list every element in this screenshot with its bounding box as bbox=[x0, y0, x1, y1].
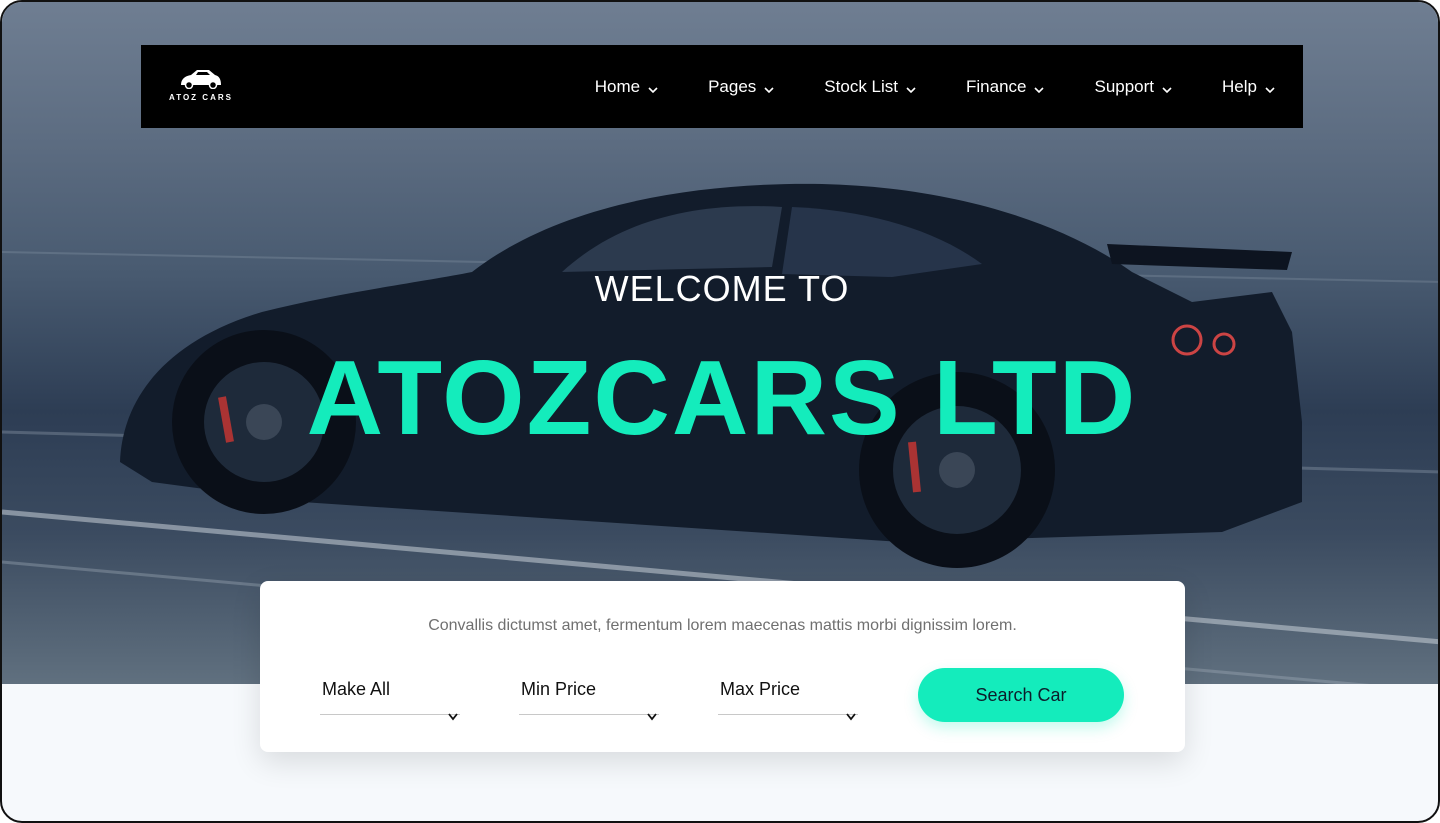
hero-welcome-text: WELCOME TO bbox=[594, 268, 850, 309]
make-select-label: Make All bbox=[322, 679, 391, 699]
page-frame: ATOZ CARS Home Pages Stock List Finance bbox=[0, 0, 1440, 823]
nav-label-pages: Pages bbox=[708, 76, 757, 96]
chevron-down-icon bbox=[846, 713, 856, 721]
min-price-select[interactable]: Min Price bbox=[519, 679, 659, 721]
chevron-down-icon bbox=[764, 86, 774, 93]
search-card: Convallis dictumst amet, fermentum lorem… bbox=[260, 581, 1185, 752]
main-nav: Home Pages Stock List Finance Support He… bbox=[595, 45, 1303, 128]
nav-item-stock-list[interactable]: Stock List bbox=[824, 77, 916, 97]
site-logo[interactable]: ATOZ CARS bbox=[169, 67, 233, 107]
search-car-button[interactable]: Search Car bbox=[918, 668, 1124, 722]
make-select[interactable]: Make All bbox=[320, 679, 460, 721]
nav-label-home: Home bbox=[594, 76, 641, 96]
nav-label-support: Support bbox=[1094, 76, 1155, 96]
search-description: Convallis dictumst amet, fermentum lorem… bbox=[428, 617, 1017, 634]
hero-title: ATOZCARS LTD bbox=[306, 339, 1138, 457]
chevron-down-icon bbox=[648, 86, 658, 93]
nav-item-help[interactable]: Help bbox=[1222, 77, 1275, 97]
max-price-select[interactable]: Max Price bbox=[718, 679, 858, 721]
logo-text: ATOZ CARS bbox=[169, 93, 233, 102]
chevron-down-icon bbox=[1265, 86, 1275, 93]
min-price-label: Min Price bbox=[521, 679, 597, 699]
chevron-down-icon bbox=[448, 713, 458, 721]
chevron-down-icon bbox=[647, 713, 657, 721]
chevron-down-icon bbox=[1162, 86, 1172, 93]
chevron-down-icon bbox=[1034, 86, 1045, 93]
nav-label-stock-list: Stock List bbox=[824, 76, 898, 96]
nav-label-help: Help bbox=[1222, 76, 1257, 96]
top-navbar: ATOZ CARS Home Pages Stock List Finance bbox=[141, 45, 1303, 128]
max-price-label: Max Price bbox=[720, 679, 801, 699]
nav-item-finance[interactable]: Finance bbox=[966, 76, 1045, 97]
nav-item-pages[interactable]: Pages bbox=[708, 77, 774, 97]
nav-label-finance: Finance bbox=[966, 76, 1027, 96]
car-logo-icon bbox=[181, 70, 221, 90]
nav-item-home[interactable]: Home bbox=[595, 77, 658, 97]
nav-item-support[interactable]: Support bbox=[1094, 77, 1172, 97]
chevron-down-icon bbox=[906, 86, 916, 93]
